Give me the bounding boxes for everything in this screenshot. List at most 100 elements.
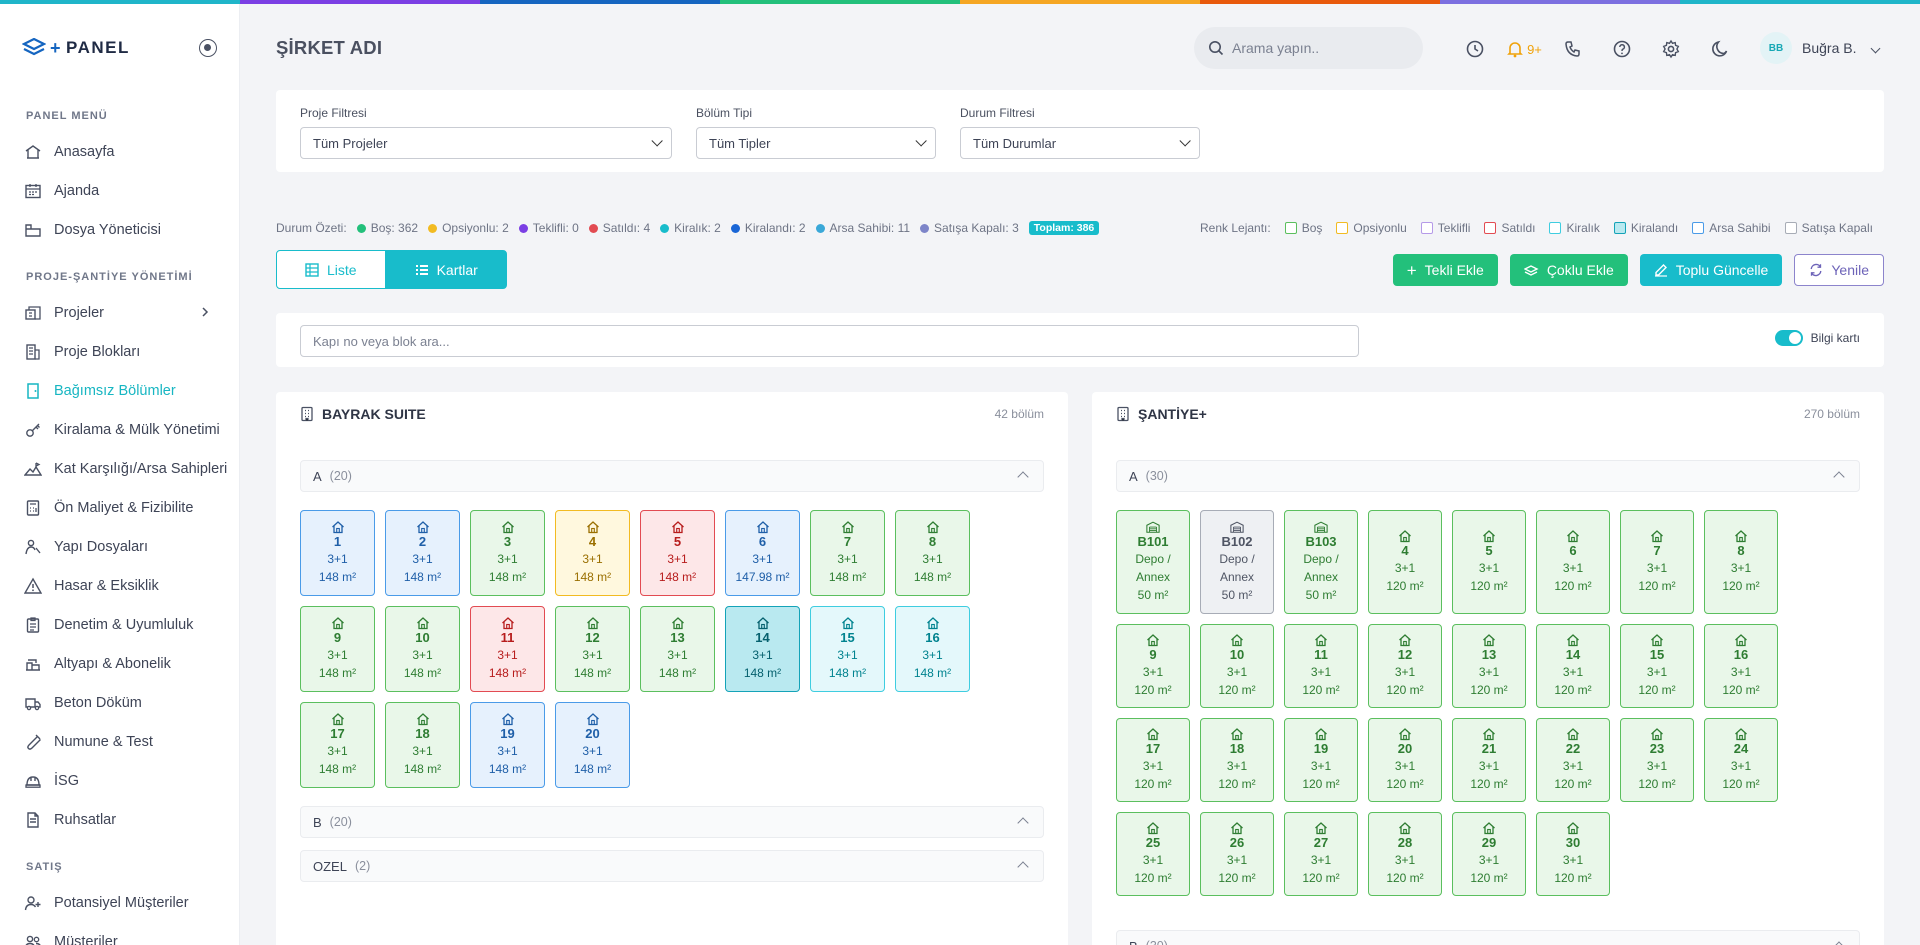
unit-card[interactable]: 22 3+1 120 m² [1536,718,1610,802]
unit-card[interactable]: 8 3+1 120 m² [1704,510,1778,614]
unit-card[interactable]: B102 Depo / Annex 50 m² [1200,510,1274,614]
notification-button[interactable]: 9+ [1499,34,1548,64]
block-header[interactable]: A (20) [300,460,1044,492]
sidebar-item-label: Altyapı & Abonelik [54,655,171,672]
sidebar-item-bagimsiz-bolumler[interactable]: Bağımsız Bölümler [0,371,239,410]
info-card-toggle[interactable]: Bilgi kartı [1774,330,1860,346]
unit-card[interactable]: 30 3+1 120 m² [1536,812,1610,896]
unit-card[interactable]: 24 3+1 120 m² [1704,718,1778,802]
unit-card[interactable]: 14 3+1 148 m² [725,606,800,692]
sidebar-item-potansiyel-musteriler[interactable]: Potansiyel Müşteriler [0,883,239,922]
sidebar-item-kiralama-mulk-yonetimi[interactable]: Kiralama & Mülk Yönetimi [0,410,239,449]
unit-card[interactable]: 13 3+1 120 m² [1452,624,1526,708]
unit-card[interactable]: 4 3+1 148 m² [555,510,630,596]
settings-gear-icon[interactable] [1646,34,1695,64]
unit-card[interactable]: 12 3+1 148 m² [555,606,630,692]
refresh-button[interactable]: Yenile [1794,254,1884,286]
unit-card[interactable]: 2 3+1 148 m² [385,510,460,596]
sidebar-item-denetim-uyumluluk[interactable]: Denetim & Uyumluluk [0,605,239,644]
sidebar-item-hasar-eksiklik[interactable]: Hasar & Eksiklik [0,566,239,605]
info-card-switch[interactable] [1774,330,1803,346]
door-block-search-input[interactable] [300,325,1359,357]
unit-card[interactable]: 9 3+1 120 m² [1116,624,1190,708]
unit-card[interactable]: 5 3+1 120 m² [1452,510,1526,614]
unit-card[interactable]: 11 3+1 148 m² [470,606,545,692]
user-menu[interactable]: BB Buğra B. [1760,32,1881,64]
sidebar-item-proje-bloklari[interactable]: Proje Blokları [0,332,239,371]
unit-type-filter-select[interactable]: Tüm Tipler [696,127,936,159]
history-icon[interactable] [1450,34,1499,64]
brand-logo[interactable]: + PANEL [22,38,130,59]
unit-card[interactable]: 29 3+1 120 m² [1452,812,1526,896]
unit-card[interactable]: 13 3+1 148 m² [640,606,715,692]
sidebar-item-kat-karsiligi-arsa-sahipleri[interactable]: Kat Karşılığı/Arsa Sahipleri [0,449,239,488]
search-input[interactable] [1232,40,1392,56]
list-view-button[interactable]: Liste [276,250,386,289]
unit-card[interactable]: 10 3+1 120 m² [1200,624,1274,708]
sidebar-item-yapi-dosyalari[interactable]: Yapı Dosyaları [0,527,239,566]
unit-card[interactable]: 19 3+1 120 m² [1284,718,1358,802]
unit-card[interactable]: 15 3+1 148 m² [810,606,885,692]
unit-card[interactable]: 25 3+1 120 m² [1116,812,1190,896]
unit-card[interactable]: 17 3+1 148 m² [300,702,375,788]
unit-card[interactable]: 6 3+1 120 m² [1536,510,1610,614]
unit-card[interactable]: B103 Depo / Annex 50 m² [1284,510,1358,614]
unit-card[interactable]: 11 3+1 120 m² [1284,624,1358,708]
unit-card[interactable]: 12 3+1 120 m² [1368,624,1442,708]
unit-card[interactable]: 15 3+1 120 m² [1620,624,1694,708]
project-filter-select[interactable]: Tüm Projeler [300,127,672,159]
sidebar-item-projeler[interactable]: Projeler [0,293,239,332]
unit-card[interactable]: 23 3+1 120 m² [1620,718,1694,802]
unit-card[interactable]: 18 3+1 120 m² [1200,718,1274,802]
phone-icon[interactable] [1548,34,1597,64]
unit-card[interactable]: 16 3+1 120 m² [1704,624,1778,708]
sidebar-item-label: Hasar & Eksiklik [54,577,159,594]
block-header[interactable]: B (30) [1116,930,1860,945]
unit-card[interactable]: B101 Depo / Annex 50 m² [1116,510,1190,614]
status-filter-select[interactable]: Tüm Durumlar [960,127,1200,159]
sidebar-item-on-maliyet-fizibilite[interactable]: Ön Maliyet & Fizibilite [0,488,239,527]
unit-card[interactable]: 7 3+1 120 m² [1620,510,1694,614]
unit-card[interactable]: 5 3+1 148 m² [640,510,715,596]
help-icon[interactable] [1597,34,1646,64]
unit-card[interactable]: 18 3+1 148 m² [385,702,460,788]
unit-card[interactable]: 19 3+1 148 m² [470,702,545,788]
sidebar-item-dosya-yoneticisi[interactable]: Dosya Yöneticisi [0,210,239,249]
unit-card[interactable]: 14 3+1 120 m² [1536,624,1610,708]
multi-add-button[interactable]: Çoklu Ekle [1509,254,1628,286]
unit-card[interactable]: 16 3+1 148 m² [895,606,970,692]
unit-card[interactable]: 10 3+1 148 m² [385,606,460,692]
block-header[interactable]: B (20) [300,806,1044,838]
block-header[interactable]: A (30) [1116,460,1860,492]
sidebar-item-ajanda[interactable]: Ajanda [0,171,239,210]
unit-card[interactable]: 9 3+1 148 m² [300,606,375,692]
sidebar-item-altyapi-abonelik[interactable]: Altyapı & Abonelik [0,644,239,683]
unit-card[interactable]: 3 3+1 148 m² [470,510,545,596]
single-add-button[interactable]: + Tekli Ekle [1392,254,1498,286]
unit-card[interactable]: 7 3+1 148 m² [810,510,885,596]
unit-card[interactable]: 20 3+1 148 m² [555,702,630,788]
sidebar-pin-icon[interactable] [199,39,217,57]
cards-view-button[interactable]: Kartlar [385,250,507,289]
sidebar-item-musteriler[interactable]: Müşteriler [0,922,239,945]
bulk-update-button[interactable]: Toplu Güncelle [1639,254,1783,286]
unit-card[interactable]: 27 3+1 120 m² [1284,812,1358,896]
dark-mode-moon-icon[interactable] [1695,34,1744,64]
unit-card[interactable]: 21 3+1 120 m² [1452,718,1526,802]
sidebar-item-ruhsatlar[interactable]: Ruhsatlar [0,800,239,839]
unit-card[interactable]: 26 3+1 120 m² [1200,812,1274,896]
unit-card[interactable]: 17 3+1 120 m² [1116,718,1190,802]
sidebar-item-beton-dokum[interactable]: Beton Döküm [0,683,239,722]
unit-card[interactable]: 6 3+1 147.98 m² [725,510,800,596]
unit-card[interactable]: 20 3+1 120 m² [1368,718,1442,802]
global-search[interactable] [1194,27,1423,69]
sidebar-item-numune-test[interactable]: Numune & Test [0,722,239,761]
sidebar-item-anasayfa[interactable]: Anasayfa [0,132,239,171]
block-header[interactable]: OZEL (2) [300,850,1044,882]
unit-card[interactable]: 28 3+1 120 m² [1368,812,1442,896]
legend-item: Kiralandı [1613,221,1678,235]
unit-card[interactable]: 1 3+1 148 m² [300,510,375,596]
unit-card[interactable]: 8 3+1 148 m² [895,510,970,596]
sidebar-item-isg[interactable]: İSG [0,761,239,800]
unit-card[interactable]: 4 3+1 120 m² [1368,510,1442,614]
